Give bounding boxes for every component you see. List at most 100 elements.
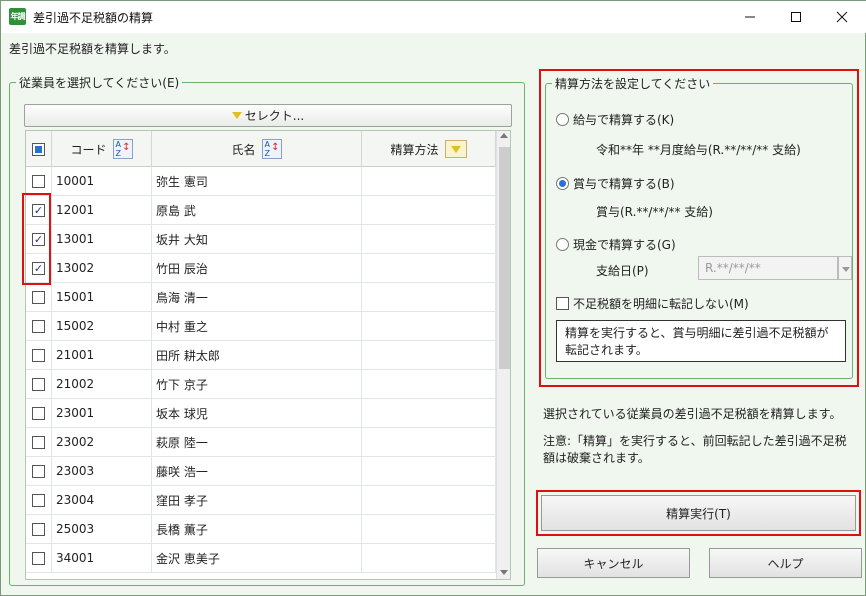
row-checkbox[interactable] — [32, 290, 45, 304]
row-method[interactable] — [362, 486, 496, 514]
row-checkbox-cell[interactable] — [26, 283, 52, 311]
row-checkbox[interactable] — [32, 522, 45, 536]
header-select-all[interactable] — [26, 131, 52, 167]
radio-salary[interactable]: 給与で精算する(K) — [556, 111, 674, 128]
select-button-label: セレクト... — [244, 109, 305, 123]
row-name: 竹下 京子 — [152, 370, 362, 398]
row-code: 23004 — [52, 486, 152, 514]
row-name: 中村 重之 — [152, 312, 362, 340]
row-name: 窪田 孝子 — [152, 486, 362, 514]
execute-highlight: 精算実行(T) — [536, 490, 861, 536]
table-row[interactable]: ✓ 13002 竹田 辰治 — [26, 254, 496, 283]
row-method[interactable] — [362, 341, 496, 369]
row-method[interactable] — [362, 167, 496, 195]
header-code[interactable]: コード AZ — [52, 131, 152, 167]
row-checkbox-cell[interactable] — [26, 399, 52, 427]
settle-method-highlight: 精算方法を設定してください 給与で精算する(K) 令和**年 **月度給与(R.… — [539, 69, 859, 387]
row-checkbox-cell[interactable] — [26, 312, 52, 340]
row-checkbox-cell[interactable] — [26, 486, 52, 514]
radio-salary-label: 給与で精算する(K) — [573, 113, 675, 127]
maximize-button[interactable] — [773, 1, 819, 32]
radio-salary-button[interactable] — [556, 113, 569, 126]
filter-icon[interactable] — [444, 140, 467, 158]
vertical-scrollbar[interactable] — [496, 131, 510, 579]
cancel-button[interactable]: キャンセル — [537, 548, 690, 578]
row-code: 10001 — [52, 167, 152, 195]
table-row[interactable]: 21002 竹下 京子 — [26, 370, 496, 399]
row-name: 坂本 球児 — [152, 399, 362, 427]
pay-date-dropdown-icon[interactable] — [838, 256, 852, 280]
employee-table: コード AZ 氏名 AZ 精算方法 10001弥生 憲司✓12001原島 武✓1… — [25, 130, 511, 580]
row-checkbox[interactable] — [32, 348, 45, 362]
row-checkbox[interactable] — [32, 464, 45, 478]
scroll-down-icon[interactable] — [500, 570, 508, 575]
row-code: 25003 — [52, 515, 152, 543]
header-name-label: 氏名 — [231, 142, 256, 157]
row-method[interactable] — [362, 428, 496, 456]
row-method[interactable] — [362, 544, 496, 572]
info-panel: 選択されている従業員の差引過不足税額を精算します。 注意:「精算」を実行すると、… — [538, 401, 860, 475]
table-row[interactable]: 15002 中村 重之 — [26, 312, 496, 341]
no-transfer-option[interactable]: 不足税額を明細に転記しない(M) — [556, 295, 749, 312]
row-checkbox-cell[interactable] — [26, 428, 52, 456]
row-method[interactable] — [362, 225, 496, 253]
row-method[interactable] — [362, 196, 496, 224]
row-checkbox[interactable] — [32, 406, 45, 420]
row-code: 21002 — [52, 370, 152, 398]
row-checkbox-cell[interactable] — [26, 457, 52, 485]
minimize-button[interactable] — [727, 1, 773, 32]
highlight-checked-rows — [22, 193, 51, 285]
table-row[interactable]: 23001 坂本 球児 — [26, 399, 496, 428]
minimize-icon — [745, 16, 755, 17]
scroll-up-icon[interactable] — [500, 133, 508, 138]
header-name[interactable]: 氏名 AZ — [152, 131, 362, 167]
table-row[interactable]: ✓ 13001 坂井 大知 — [26, 225, 496, 254]
row-checkbox[interactable] — [32, 319, 45, 333]
close-button[interactable] — [819, 1, 865, 32]
table-row[interactable]: 21001 田所 耕太郎 — [26, 341, 496, 370]
table-row[interactable]: 23003 藤咲 浩一 — [26, 457, 496, 486]
table-row[interactable]: 34001 金沢 恵美子 — [26, 544, 496, 573]
table-row[interactable]: ✓ 12001 原島 武 — [26, 196, 496, 225]
pay-date-field[interactable]: R.**/**/** — [698, 256, 838, 280]
table-row[interactable]: 23004 窪田 孝子 — [26, 486, 496, 515]
row-method[interactable] — [362, 312, 496, 340]
header-method[interactable]: 精算方法 — [362, 131, 496, 167]
row-checkbox[interactable] — [32, 435, 45, 449]
radio-bonus[interactable]: 賞与で精算する(B) — [556, 175, 675, 192]
row-method[interactable] — [362, 457, 496, 485]
row-code: 23001 — [52, 399, 152, 427]
radio-bonus-button[interactable] — [556, 177, 569, 190]
sort-icon[interactable]: AZ — [261, 139, 282, 159]
no-transfer-checkbox[interactable] — [556, 297, 569, 310]
table-row[interactable]: 15001 鳥海 清一 — [26, 283, 496, 312]
execute-button[interactable]: 精算実行(T) — [541, 495, 856, 531]
row-checkbox-cell[interactable] — [26, 544, 52, 572]
row-method[interactable] — [362, 283, 496, 311]
radio-cash[interactable]: 現金で精算する(G) — [556, 236, 676, 253]
row-method[interactable] — [362, 515, 496, 543]
row-checkbox-cell[interactable] — [26, 167, 52, 195]
row-code: 15002 — [52, 312, 152, 340]
row-checkbox-cell[interactable] — [26, 341, 52, 369]
select-all-checkbox[interactable] — [32, 142, 45, 156]
row-checkbox[interactable] — [32, 551, 45, 565]
table-row[interactable]: 25003 長橋 薫子 — [26, 515, 496, 544]
scroll-thumb[interactable] — [499, 147, 510, 369]
row-code: 12001 — [52, 196, 152, 224]
radio-cash-button[interactable] — [556, 238, 569, 251]
select-button[interactable]: セレクト... — [24, 104, 512, 127]
row-method[interactable] — [362, 370, 496, 398]
table-row[interactable]: 23002 萩原 陸一 — [26, 428, 496, 457]
row-method[interactable] — [362, 254, 496, 282]
row-checkbox[interactable] — [32, 174, 45, 188]
row-checkbox-cell[interactable] — [26, 515, 52, 543]
sort-icon[interactable]: AZ — [112, 139, 133, 159]
row-checkbox[interactable] — [32, 377, 45, 391]
row-checkbox[interactable] — [32, 493, 45, 507]
row-checkbox-cell[interactable] — [26, 370, 52, 398]
help-button[interactable]: ヘルプ — [709, 548, 862, 578]
salary-detail: 令和**年 **月度給与(R.**/**/** 支給) — [596, 143, 801, 157]
row-method[interactable] — [362, 399, 496, 427]
table-row[interactable]: 10001 弥生 憲司 — [26, 167, 496, 196]
